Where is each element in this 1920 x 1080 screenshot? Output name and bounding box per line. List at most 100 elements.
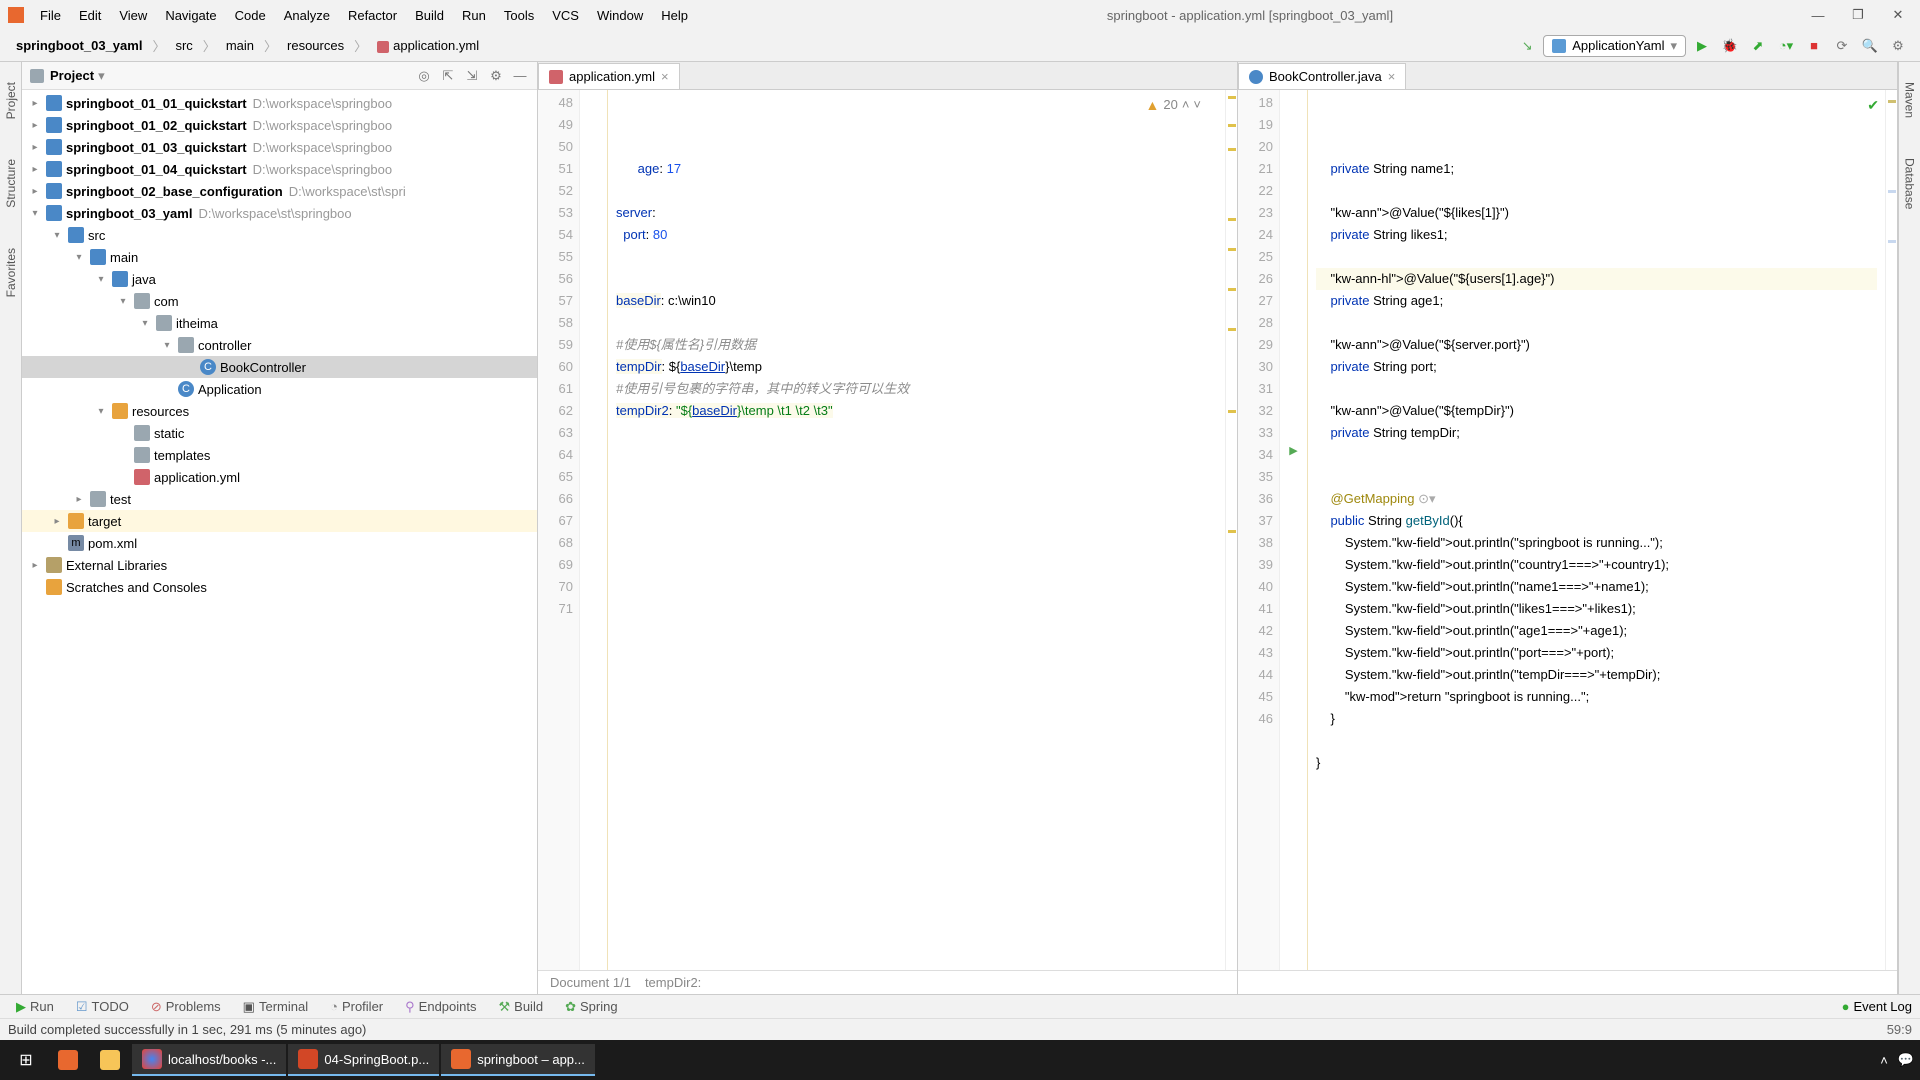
tree-file-yml[interactable]: application.yml [22, 466, 537, 488]
tool-run[interactable]: ▶Run [8, 997, 62, 1017]
tree-folder[interactable]: ▾controller [22, 334, 537, 356]
tool-problems[interactable]: ⊘Problems [143, 997, 229, 1017]
marker-strip[interactable] [1225, 90, 1237, 970]
taskbar-intellij[interactable]: springboot – app... [441, 1044, 595, 1076]
tree-external-libs[interactable]: ▸External Libraries [22, 554, 537, 576]
close-icon[interactable]: × [1388, 69, 1396, 84]
menu-view[interactable]: View [111, 5, 155, 26]
sidebar-database-button[interactable]: Database [1903, 158, 1917, 209]
event-log-button[interactable]: ●Event Log [1842, 999, 1912, 1014]
taskbar-app[interactable] [48, 1044, 88, 1076]
tree-module[interactable]: ▸springboot_01_02_quickstartD:\workspace… [22, 114, 537, 136]
menu-navigate[interactable]: Navigate [157, 5, 224, 26]
tree-folder[interactable]: ▾itheima [22, 312, 537, 334]
tree-folder[interactable]: ▾main [22, 246, 537, 268]
taskbar-tray[interactable]: ˄ 💬 [1880, 1052, 1914, 1068]
tree-folder[interactable]: ▾src [22, 224, 537, 246]
editor-text-right[interactable]: ✔ private String name1; "kw-ann">@Value(… [1308, 90, 1885, 970]
tree-folder[interactable]: templates [22, 444, 537, 466]
tool-todo[interactable]: ☑TODO [68, 997, 137, 1017]
inspection-badge[interactable]: ▲20 ˄ ˅ [1145, 94, 1201, 116]
tree-folder[interactable]: static [22, 422, 537, 444]
settings-button[interactable]: ⚙ [1886, 34, 1910, 58]
tree-module[interactable]: ▸springboot_01_01_quickstartD:\workspace… [22, 92, 537, 114]
tool-endpoints[interactable]: ⚲Endpoints [397, 997, 484, 1017]
tree-folder[interactable]: ▾com [22, 290, 537, 312]
taskbar-powerpoint[interactable]: 04-SpringBoot.p... [288, 1044, 439, 1076]
marker-strip[interactable] [1885, 90, 1897, 970]
maximize-button[interactable]: ❐ [1844, 5, 1872, 25]
menu-build[interactable]: Build [407, 5, 452, 26]
tree-folder[interactable]: ▾resources [22, 400, 537, 422]
menu-tools[interactable]: Tools [496, 5, 542, 26]
tree-class-bookcontroller[interactable]: CBookController [22, 356, 537, 378]
collapse-all-icon[interactable]: ⇲ [463, 67, 481, 85]
taskbar-app[interactable] [90, 1044, 130, 1076]
breadcrumb-item[interactable]: springboot_03_yaml [10, 36, 148, 55]
breadcrumb-item[interactable]: resources [281, 36, 350, 55]
tree-folder[interactable]: ▸target [22, 510, 537, 532]
breadcrumb-item[interactable]: main [220, 36, 260, 55]
menu-edit[interactable]: Edit [71, 5, 109, 26]
menu-refactor[interactable]: Refactor [340, 5, 405, 26]
menu-vcs[interactable]: VCS [544, 5, 587, 26]
tree-scratches[interactable]: Scratches and Consoles [22, 576, 537, 598]
coverage-button[interactable]: ⬈ [1746, 34, 1770, 58]
minimize-button[interactable]: — [1804, 5, 1832, 25]
menu-run[interactable]: Run [454, 5, 494, 26]
profile-button[interactable]: ◔▾ [1774, 34, 1798, 58]
update-button[interactable]: ⟳ [1830, 34, 1854, 58]
tree-module[interactable]: ▾springboot_03_yamlD:\workspace\st\sprin… [22, 202, 537, 224]
windows-icon: ⊞ [19, 1050, 32, 1070]
tree-module[interactable]: ▸springboot_01_04_quickstartD:\workspace… [22, 158, 537, 180]
run-button[interactable]: ▶ [1690, 34, 1714, 58]
tree-module[interactable]: ▸springboot_01_03_quickstartD:\workspace… [22, 136, 537, 158]
locate-icon[interactable]: ◎ [415, 67, 433, 85]
chevron-up-icon[interactable]: ˄ [1182, 94, 1190, 116]
run-config-label: ApplicationYaml [1572, 38, 1664, 53]
notifications-icon[interactable]: 💬 [1898, 1052, 1914, 1068]
tree-folder[interactable]: ▾java [22, 268, 537, 290]
breadcrumb: springboot_03_yaml 〉 src 〉 main 〉 resour… [10, 36, 485, 55]
tool-terminal[interactable]: ▣Terminal [235, 997, 316, 1017]
search-everywhere-button[interactable]: 🔍 [1858, 34, 1882, 58]
sidebar-maven-button[interactable]: Maven [1903, 82, 1917, 118]
editor-text-left[interactable]: ▲20 ˄ ˅ age: 17 server: port: 80 baseDir… [608, 90, 1225, 970]
tool-spring[interactable]: ✿Spring [557, 997, 625, 1017]
debug-button[interactable]: 🐞 [1718, 34, 1742, 58]
sidebar-structure-button[interactable]: Structure [4, 159, 18, 208]
hide-icon[interactable]: — [511, 67, 529, 85]
start-button[interactable]: ⊞ [6, 1044, 46, 1076]
tree-module[interactable]: ▸springboot_02_base_configurationD:\work… [22, 180, 537, 202]
expand-all-icon[interactable]: ⇱ [439, 67, 457, 85]
tab-application-yml[interactable]: application.yml × [538, 63, 680, 89]
code-area-left[interactable]: 4849505152535455565758596061626364656667… [538, 90, 1237, 970]
menu-code[interactable]: Code [227, 5, 274, 26]
project-tree[interactable]: ▸springboot_01_01_quickstartD:\workspace… [22, 90, 537, 994]
menu-window[interactable]: Window [589, 5, 651, 26]
code-area-right[interactable]: 1819202122232425262728293031323334353637… [1238, 90, 1897, 970]
menu-help[interactable]: Help [653, 5, 696, 26]
chevron-down-icon[interactable]: ˅ [1193, 94, 1201, 116]
breadcrumb-item[interactable]: src [169, 36, 198, 55]
breadcrumb-item[interactable]: application.yml [371, 36, 485, 55]
tab-bookcontroller-java[interactable]: BookController.java × [1238, 63, 1406, 89]
build-button[interactable]: ↘ [1515, 34, 1539, 58]
chevron-down-icon[interactable]: ▾ [98, 68, 105, 84]
chevron-up-icon[interactable]: ˄ [1880, 1053, 1888, 1068]
run-config-selector[interactable]: ApplicationYaml ▾ [1543, 35, 1686, 57]
menu-analyze[interactable]: Analyze [276, 5, 338, 26]
tool-profiler[interactable]: ◔Profiler [322, 997, 391, 1016]
tree-class-application[interactable]: CApplication [22, 378, 537, 400]
taskbar-chrome[interactable]: localhost/books -... [132, 1044, 286, 1076]
sidebar-project-button[interactable]: Project [4, 82, 18, 119]
settings-icon[interactable]: ⚙ [487, 67, 505, 85]
stop-button[interactable]: ■ [1802, 34, 1826, 58]
close-icon[interactable]: × [661, 69, 669, 84]
close-button[interactable]: ✕ [1884, 5, 1912, 25]
tree-file-pom[interactable]: mpom.xml [22, 532, 537, 554]
tree-folder[interactable]: ▸test [22, 488, 537, 510]
sidebar-favorites-button[interactable]: Favorites [4, 248, 18, 297]
tool-build[interactable]: ⚒Build [491, 997, 552, 1017]
menu-file[interactable]: File [32, 5, 69, 26]
